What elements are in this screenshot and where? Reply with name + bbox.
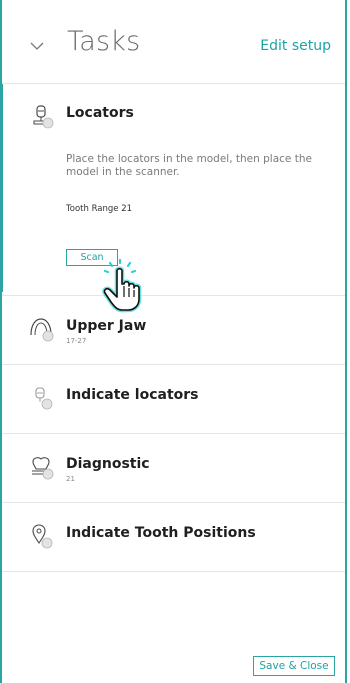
tooth-range-label: Tooth Range 21	[66, 204, 133, 214]
task-title: Locators	[66, 105, 134, 121]
tooth-icon	[32, 457, 54, 480]
task-title: Indicate locators	[66, 387, 199, 403]
task-indicate-locators[interactable]: Indicate locators	[2, 364, 345, 434]
task-diagnostic[interactable]: Diagnostic 21	[2, 433, 345, 503]
panel-header: Tasks Edit setup	[2, 0, 345, 84]
task-locators[interactable]: Locators	[2, 84, 345, 296]
edit-setup-link[interactable]: Edit setup	[260, 38, 331, 54]
locator-icon	[33, 105, 54, 129]
task-title: Indicate Tooth Positions	[66, 525, 256, 541]
task-title: Upper Jaw	[66, 318, 147, 334]
task-indicate-tooth-positions[interactable]: Indicate Tooth Positions	[2, 502, 345, 572]
task-subtitle: 17-27	[66, 337, 87, 345]
task-description: Place the locators in the model, then pl…	[66, 153, 312, 178]
task-title: Diagnostic	[66, 456, 150, 472]
chevron-down-icon[interactable]	[30, 39, 44, 53]
task-upper-jaw[interactable]: Upper Jaw 17-27	[2, 295, 345, 365]
tasks-panel: Tasks Edit setup Locators Place the loca…	[0, 0, 347, 683]
page-title: Tasks	[67, 26, 141, 57]
locator-outline-icon	[35, 387, 53, 410]
save-close-button[interactable]: Save & Close	[253, 656, 335, 676]
upper-jaw-icon	[30, 318, 54, 342]
task-subtitle: 21	[66, 475, 75, 483]
tooth-position-icon	[32, 524, 53, 549]
